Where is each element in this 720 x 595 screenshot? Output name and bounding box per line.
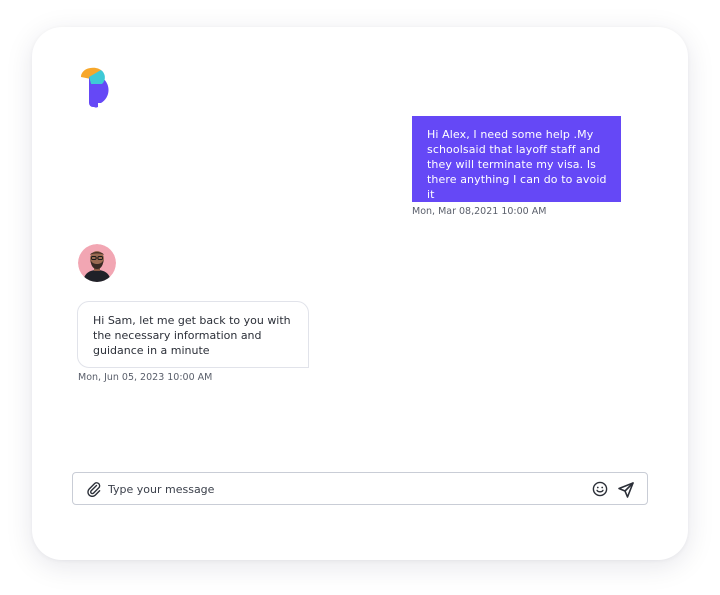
outgoing-message-bubble: Hi Alex, I need some help .My schoolsaid… <box>412 116 621 202</box>
outgoing-message-text: Hi Alex, I need some help .My schoolsaid… <box>427 128 607 201</box>
message-input[interactable] <box>108 479 578 499</box>
incoming-message-text: Hi Sam, let me get back to you with the … <box>93 314 291 357</box>
incoming-message-timestamp: Mon, Jun 05, 2023 10:00 AM <box>78 372 213 383</box>
smiley-icon[interactable] <box>592 481 608 497</box>
outgoing-message-timestamp: Mon, Mar 08,2021 10:00 AM <box>412 206 547 217</box>
incoming-message-bubble: Hi Sam, let me get back to you with the … <box>77 301 309 368</box>
paperclip-icon[interactable] <box>86 481 102 498</box>
message-composer <box>72 472 648 505</box>
send-icon[interactable] <box>617 481 635 499</box>
chat-screen: Hi Alex, I need some help .My schoolsaid… <box>0 0 720 595</box>
brand-logo-icon <box>79 67 119 109</box>
agent-avatar <box>78 244 116 282</box>
